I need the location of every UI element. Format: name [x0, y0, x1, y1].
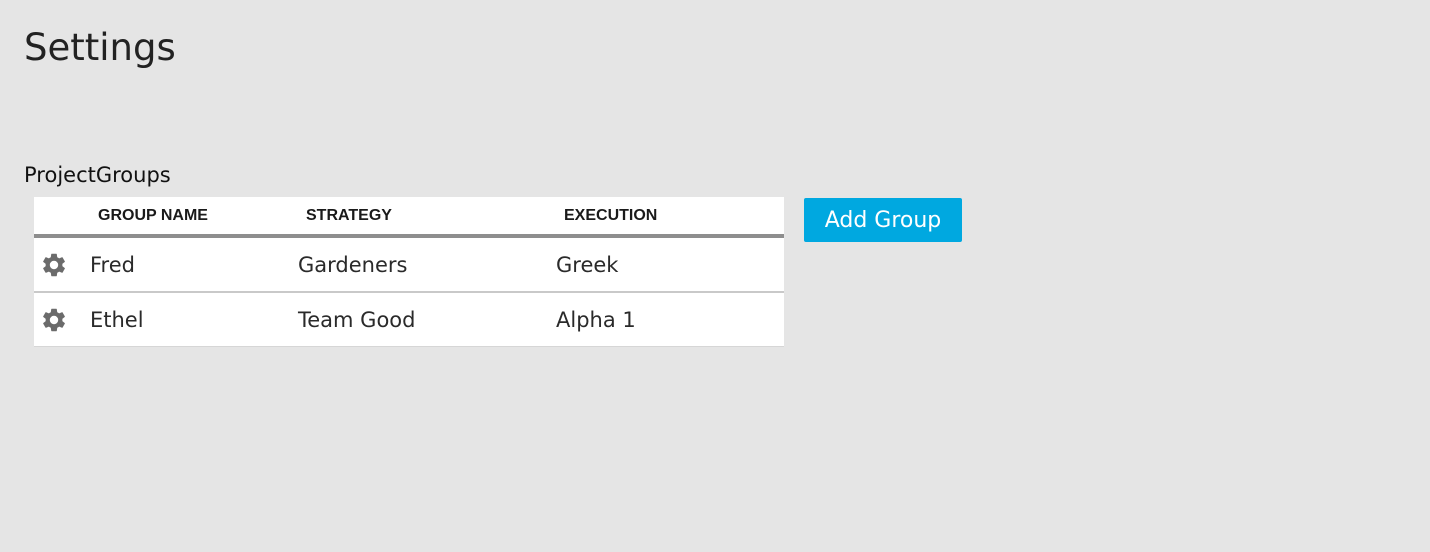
cell-execution: Greek [556, 236, 784, 293]
header-group-name[interactable]: GROUP NAME [90, 197, 298, 238]
header-icon-column [34, 197, 90, 238]
add-group-button[interactable]: Add Group [804, 198, 962, 242]
cell-group-name: Fred [90, 236, 298, 293]
page-title: Settings [24, 26, 176, 69]
project-groups-table: GROUP NAME STRATEGY EXECUTION Fred Garde… [34, 197, 784, 347]
cell-strategy: Team Good [298, 292, 556, 347]
cell-execution: Alpha 1 [556, 292, 784, 347]
cell-group-name: Ethel [90, 292, 298, 347]
section-title: ProjectGroups [24, 163, 171, 187]
gear-icon[interactable] [40, 251, 68, 279]
row-settings-cell [34, 236, 90, 293]
table-row: Fred Gardeners Greek [34, 236, 784, 293]
gear-icon[interactable] [40, 306, 68, 334]
table-header-row: GROUP NAME STRATEGY EXECUTION [34, 197, 784, 238]
cell-strategy: Gardeners [298, 236, 556, 293]
header-strategy[interactable]: STRATEGY [298, 197, 556, 238]
row-settings-cell [34, 292, 90, 347]
table-row: Ethel Team Good Alpha 1 [34, 292, 784, 347]
header-execution[interactable]: EXECUTION [556, 197, 784, 238]
